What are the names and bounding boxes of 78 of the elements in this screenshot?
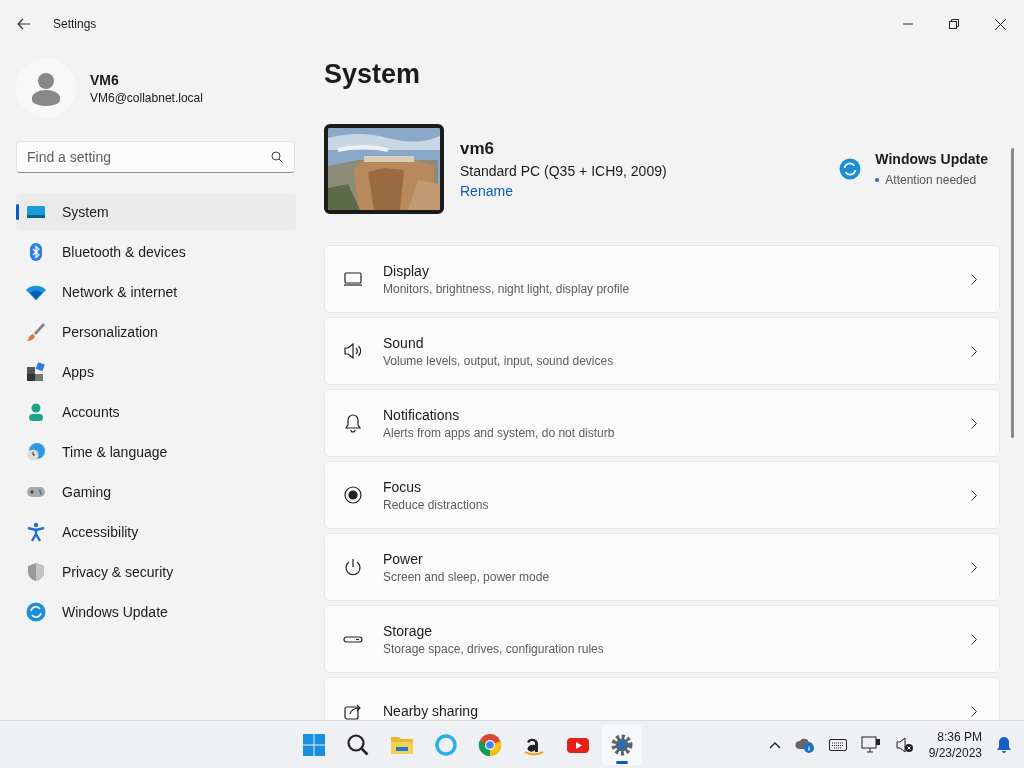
setting-description: Screen and sleep, power mode	[383, 569, 551, 584]
chevron-right-icon	[971, 417, 977, 429]
clock-globe-icon	[26, 442, 46, 462]
page-title: System	[324, 59, 422, 91]
back-icon[interactable]	[17, 18, 31, 30]
sidebar-item[interactable]: Time & language	[16, 434, 296, 470]
sidebar-item[interactable]: Accessibility	[16, 514, 296, 550]
focus-icon	[343, 485, 363, 505]
rename-link[interactable]: Rename	[460, 182, 513, 199]
chevron-right-icon	[971, 561, 977, 573]
sidebar-item[interactable]: Privacy & security	[16, 554, 296, 590]
device-model: Standard PC (Q35 + ICH9, 2009)	[460, 162, 667, 179]
search-icon	[271, 151, 283, 163]
setting-title: Power	[383, 550, 424, 567]
settings-icon	[610, 732, 635, 757]
apps-icon	[26, 362, 46, 382]
circle-icon	[434, 732, 459, 757]
network-icon[interactable]	[860, 735, 881, 754]
settings-card[interactable]: Nearby sharing	[324, 677, 1000, 720]
settings-card[interactable]: Sound Volume levels, output, input, sound devices	[324, 317, 1000, 385]
setting-title: Display	[383, 262, 430, 279]
settings-card[interactable]: Notifications Alerts from apps and system, do not disturb	[324, 389, 1000, 457]
sync-icon[interactable]	[839, 158, 862, 180]
search-field[interactable]: Find a setting	[16, 141, 295, 173]
search-icon	[346, 732, 371, 757]
monitor-icon	[343, 269, 363, 289]
chevron-right-icon	[971, 705, 977, 717]
close-icon[interactable]	[995, 18, 1006, 30]
speaker-muted-icon[interactable]	[894, 735, 915, 754]
chevron-right-icon	[971, 633, 977, 645]
setting-description: Storage space, drives, configuration rules	[383, 641, 605, 656]
shield-icon	[26, 562, 46, 582]
bell-icon	[343, 413, 363, 433]
sidebar-item[interactable]: Windows Update	[16, 594, 296, 630]
account-name: VM6	[90, 71, 120, 88]
clock-date[interactable]: 9/23/2023	[928, 744, 982, 761]
setting-description: Monitors, brightness, night light, display profile	[383, 281, 631, 296]
setting-title: Notifications	[383, 406, 461, 423]
windows-logo-icon	[302, 732, 327, 757]
maximize-icon[interactable]	[949, 19, 959, 29]
chevron-right-icon	[971, 489, 977, 501]
setting-title: Nearby sharing	[383, 703, 479, 719]
setting-description: Alerts from apps and system, do not disturb	[383, 425, 616, 440]
setting-title: Storage	[383, 622, 434, 639]
keyboard-icon[interactable]	[828, 738, 847, 751]
settings-card[interactable]: Focus Reduce distractions	[324, 461, 1000, 529]
clock-time[interactable]: 8:36 PM	[937, 728, 982, 745]
settings-card[interactable]: Power Screen and sleep, power mode	[324, 533, 1000, 601]
chevron-right-icon	[971, 345, 977, 357]
setting-title: Focus	[383, 478, 423, 495]
setting-description: Volume levels, output, input, sound devices	[383, 353, 615, 368]
sidebar-item[interactable]: Personalization	[16, 314, 296, 350]
settings-card[interactable]: Display Monitors, brightness, night light, display profile	[324, 245, 1000, 313]
sidebar-item[interactable]: Apps	[16, 354, 296, 390]
sidebar-item[interactable]: Gaming	[16, 474, 296, 510]
sidebar-item[interactable]: System	[16, 194, 296, 230]
accessibility-icon	[26, 522, 46, 542]
sidebar-item[interactable]: Accounts	[16, 394, 296, 430]
sidebar-item[interactable]: Network & internet	[16, 274, 296, 310]
window-title: Settings	[53, 17, 97, 31]
speaker-icon	[343, 341, 363, 361]
bell-icon[interactable]	[996, 735, 1012, 754]
person-icon	[26, 402, 46, 422]
status-dot-icon	[875, 178, 880, 182]
setting-title: Sound	[383, 334, 425, 351]
browser-icon	[478, 732, 503, 757]
settings-card[interactable]: Storage Storage space, drives, configuration rules	[324, 605, 1000, 673]
brush-icon	[26, 322, 46, 342]
device-name: vm6	[460, 138, 496, 159]
setting-description: Reduce distractions	[383, 497, 490, 512]
account-email: VM6@collabnet.local	[90, 90, 203, 105]
chevron-up-icon[interactable]	[768, 740, 781, 749]
sync-icon	[26, 602, 46, 622]
chevron-right-icon	[971, 273, 977, 285]
update-title[interactable]: Windows Update	[875, 151, 988, 167]
update-status: Attention needed	[885, 173, 977, 187]
sidebar-item[interactable]: Bluetooth & devices	[16, 234, 296, 270]
power-icon	[343, 557, 363, 577]
